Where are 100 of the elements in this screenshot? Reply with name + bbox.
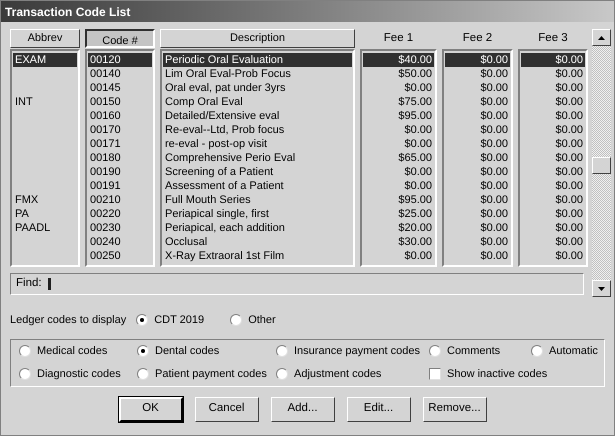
table-cell[interactable]: $40.00 xyxy=(363,53,434,67)
table-cell[interactable]: 00180 xyxy=(88,151,152,165)
table-cell[interactable]: $0.00 xyxy=(521,221,585,235)
table-cell[interactable]: $0.00 xyxy=(445,221,510,235)
table-cell[interactable]: $65.00 xyxy=(363,151,434,165)
dialog-button[interactable]: Cancel xyxy=(194,396,258,422)
table-cell[interactable]: Periodic Oral Evaluation xyxy=(163,53,352,67)
table-cell[interactable]: re-eval - post-op visit xyxy=(163,137,352,151)
table-cell[interactable]: $0.00 xyxy=(521,53,585,67)
scrollbar[interactable] xyxy=(592,29,611,297)
table-cell[interactable]: 00150 xyxy=(88,95,152,109)
radio-button[interactable] xyxy=(19,345,31,357)
table-cell[interactable]: $0.00 xyxy=(445,193,510,207)
table-cell[interactable]: $0.00 xyxy=(363,81,434,95)
table-cell[interactable]: $0.00 xyxy=(521,109,585,123)
scroll-down-icon[interactable] xyxy=(592,280,611,297)
dialog-button[interactable]: OK xyxy=(118,396,182,422)
find-field[interactable]: Find: xyxy=(10,273,584,295)
table-cell[interactable]: 00120 xyxy=(88,53,152,67)
table-cell[interactable]: $0.00 xyxy=(445,207,510,221)
table-cell[interactable]: 00220 xyxy=(88,207,152,221)
table-cell[interactable]: $0.00 xyxy=(445,109,510,123)
table-cell[interactable]: $0.00 xyxy=(445,67,510,81)
table-cell[interactable]: Periapical, each addition xyxy=(163,221,352,235)
table-cell[interactable]: Periapical single, first xyxy=(163,207,352,221)
table-cell[interactable]: 00145 xyxy=(88,81,152,95)
table-cell[interactable]: 00140 xyxy=(88,67,152,81)
table-cell[interactable]: $0.00 xyxy=(445,179,510,193)
table-cell[interactable]: $0.00 xyxy=(363,249,434,263)
column-header[interactable]: Description xyxy=(160,29,355,48)
table-cell[interactable]: 00250 xyxy=(88,249,152,263)
table-cell[interactable]: $25.00 xyxy=(363,207,434,221)
radio-button[interactable] xyxy=(276,345,288,357)
table-cell[interactable]: $50.00 xyxy=(363,67,434,81)
table-cell[interactable]: $0.00 xyxy=(521,95,585,109)
table-cell[interactable]: Comprehensive Perio Eval xyxy=(163,151,352,165)
table-cell[interactable]: Full Mouth Series xyxy=(163,193,352,207)
table-cell[interactable]: $0.00 xyxy=(445,53,510,67)
table-cell[interactable]: Assessment of a Patient xyxy=(163,179,352,193)
radio-button[interactable] xyxy=(136,314,148,326)
table-cell[interactable]: EXAM xyxy=(13,53,77,67)
radio-button[interactable] xyxy=(19,368,31,380)
table-cell[interactable]: $0.00 xyxy=(521,123,585,137)
table-cell[interactable]: $0.00 xyxy=(521,81,585,95)
table-cell[interactable]: $0.00 xyxy=(445,165,510,179)
table-cell[interactable]: $0.00 xyxy=(521,193,585,207)
table-cell[interactable]: 00210 xyxy=(88,193,152,207)
table-cell[interactable]: $0.00 xyxy=(445,249,510,263)
scroll-thumb[interactable] xyxy=(592,157,611,174)
radio-button[interactable] xyxy=(137,368,149,380)
scroll-up-icon[interactable] xyxy=(592,29,611,46)
column-header[interactable]: Abbrev xyxy=(10,29,80,48)
table-cell[interactable]: $0.00 xyxy=(521,137,585,151)
table-cell[interactable]: 00240 xyxy=(88,235,152,249)
table-cell[interactable]: 00170 xyxy=(88,123,152,137)
table-cell[interactable]: $0.00 xyxy=(445,235,510,249)
table-cell[interactable]: X-Ray Extraoral 1st Film xyxy=(163,249,352,263)
radio-button[interactable] xyxy=(276,368,288,380)
table-cell[interactable]: PA xyxy=(13,207,77,221)
column-header[interactable]: Code # xyxy=(85,29,155,48)
dialog-button[interactable]: Edit... xyxy=(346,396,410,422)
table-cell[interactable]: $0.00 xyxy=(445,123,510,137)
table-cell[interactable]: Oral eval, pat under 3yrs xyxy=(163,81,352,95)
table-cell[interactable]: $20.00 xyxy=(363,221,434,235)
table-cell[interactable]: Screening of a Patient xyxy=(163,165,352,179)
table-cell[interactable]: Occlusal xyxy=(163,235,352,249)
table-cell[interactable]: $0.00 xyxy=(521,249,585,263)
radio-button[interactable] xyxy=(230,314,242,326)
table-cell[interactable]: $30.00 xyxy=(363,235,434,249)
table-cell[interactable]: $0.00 xyxy=(363,137,434,151)
dialog-button[interactable]: Remove... xyxy=(422,396,486,422)
table-cell[interactable]: INT xyxy=(13,95,77,109)
table-cell[interactable]: Lim Oral Eval-Prob Focus xyxy=(163,67,352,81)
radio-button[interactable] xyxy=(137,345,149,357)
table-cell[interactable]: 00160 xyxy=(88,109,152,123)
table-cell[interactable]: $0.00 xyxy=(363,165,434,179)
table-cell[interactable]: $75.00 xyxy=(363,95,434,109)
table-cell[interactable]: $0.00 xyxy=(521,207,585,221)
table-cell[interactable]: PAADL xyxy=(13,221,77,235)
table-cell[interactable]: $0.00 xyxy=(521,67,585,81)
table-cell[interactable]: 00191 xyxy=(88,179,152,193)
table-cell[interactable]: 00190 xyxy=(88,165,152,179)
table-cell[interactable]: 00171 xyxy=(88,137,152,151)
radio-button[interactable] xyxy=(429,345,441,357)
table-cell[interactable]: $0.00 xyxy=(521,235,585,249)
table-cell[interactable]: $0.00 xyxy=(445,151,510,165)
table-cell[interactable]: $0.00 xyxy=(521,179,585,193)
table-cell[interactable]: Re-eval--Ltd, Prob focus xyxy=(163,123,352,137)
table-cell[interactable]: $0.00 xyxy=(521,151,585,165)
table-cell[interactable]: $95.00 xyxy=(363,109,434,123)
checkbox[interactable] xyxy=(429,368,441,380)
table-cell[interactable]: $0.00 xyxy=(363,123,434,137)
table-cell[interactable]: $0.00 xyxy=(445,137,510,151)
radio-button[interactable] xyxy=(531,345,543,357)
table-cell[interactable]: $0.00 xyxy=(521,165,585,179)
table-cell[interactable]: Comp Oral Eval xyxy=(163,95,352,109)
table-cell[interactable]: $0.00 xyxy=(363,179,434,193)
table-cell[interactable]: 00230 xyxy=(88,221,152,235)
table-cell[interactable]: $95.00 xyxy=(363,193,434,207)
table-cell[interactable]: $0.00 xyxy=(445,95,510,109)
